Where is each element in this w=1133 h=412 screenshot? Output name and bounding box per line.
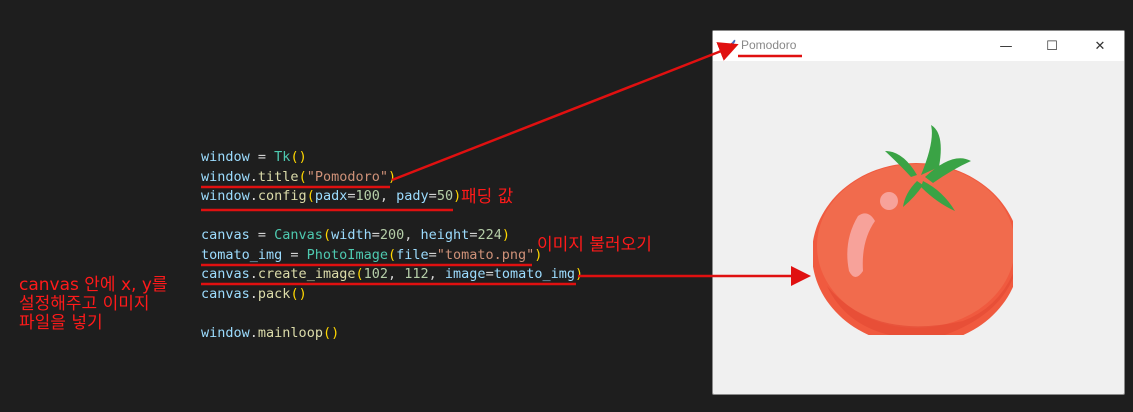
code-token: ,	[404, 227, 421, 243]
code-token: .	[249, 285, 258, 302]
code-token: window	[201, 168, 250, 185]
code-line: window.config(padx=100, pady=50)	[201, 187, 583, 207]
code-token: .	[249, 266, 258, 282]
code-line: canvas = Canvas(width=200, height=224)	[201, 226, 583, 246]
code-token: pack	[257, 285, 291, 302]
code-token: )	[574, 266, 584, 282]
code-line: tomato_img = PhotoImage(file="tomato.png…	[201, 246, 583, 266]
code-editor: window = Tk() window.title("Pomodoro") win…	[201, 148, 583, 343]
code-token: image	[444, 266, 486, 282]
code-token: "Pomodoro"	[306, 168, 388, 185]
code-token: )	[501, 227, 510, 243]
code-token: )	[453, 188, 462, 204]
code-token: 200	[379, 227, 405, 243]
code-token: =	[428, 246, 437, 263]
code-token: =	[249, 149, 275, 165]
code-token: (	[387, 246, 397, 263]
window-titlebar[interactable]: Pomodoro — ☐ ✕	[713, 31, 1124, 61]
window-title: Pomodoro	[741, 38, 797, 52]
code-token: .	[249, 188, 258, 204]
code-token: create_image	[257, 266, 356, 282]
code-token: Tk	[274, 149, 291, 165]
code-token: 102	[363, 266, 388, 282]
code-line: canvas.pack()	[201, 285, 583, 305]
code-token: ,	[388, 266, 405, 282]
code-token: Canvas	[274, 227, 323, 243]
code-line: window = Tk()	[201, 148, 583, 168]
code-token: .	[249, 168, 258, 185]
code-token: 100	[355, 188, 380, 204]
code-token: 50	[436, 188, 454, 204]
code-token: =	[347, 188, 356, 204]
code-token: =	[249, 227, 275, 243]
code-token: (	[298, 168, 307, 185]
code-token: PhotoImage	[306, 246, 388, 263]
minimize-button[interactable]: —	[983, 31, 1029, 61]
code-token: )	[387, 168, 397, 185]
code-token: =	[428, 188, 437, 204]
code-token: (	[322, 227, 332, 243]
code-token: ,	[428, 266, 445, 282]
code-token: canvas	[201, 266, 250, 282]
code-token: window	[201, 149, 250, 165]
code-token: "tomato.png"	[436, 246, 535, 263]
code-token: canvas	[201, 285, 250, 302]
tomato-image	[813, 125, 1013, 335]
feather-icon	[724, 39, 736, 52]
code-token: pady	[396, 188, 429, 204]
code-token: padx	[314, 188, 348, 204]
code-token: file	[396, 246, 429, 263]
code-line: window.title("Pomodoro")	[201, 168, 583, 188]
code-token: (	[306, 188, 315, 204]
code-token: tomato_img	[201, 246, 283, 263]
code-token: =	[485, 266, 494, 282]
code-token: 224	[477, 227, 502, 243]
code-token: .	[249, 324, 258, 341]
annotation-padding: 패딩 값	[461, 187, 514, 207]
code-line: window.mainloop()	[201, 324, 583, 344]
pomodoro-window[interactable]: Pomodoro — ☐ ✕	[712, 30, 1125, 395]
annotation-canvas-note: canvas 안에 x, y를 설정해주고 이미지 파일을 넣기	[19, 275, 168, 333]
code-token: title	[257, 168, 299, 185]
code-token: width	[331, 227, 372, 243]
code-token: ,	[379, 188, 397, 204]
code-token: window	[201, 324, 250, 341]
code-token: tomato_img	[493, 266, 575, 282]
close-button[interactable]: ✕	[1077, 31, 1123, 61]
code-token: (	[355, 266, 364, 282]
code-token: window	[201, 188, 250, 204]
code-token: config	[257, 188, 307, 204]
code-line: canvas.create_image(102, 112, image=toma…	[201, 265, 583, 285]
code-token: height	[420, 227, 470, 243]
code-token: =	[371, 227, 380, 243]
code-token: ()	[322, 324, 340, 341]
code-token: ()	[290, 149, 307, 165]
code-token: mainloop	[257, 324, 323, 341]
code-token: =	[282, 246, 307, 263]
maximize-button[interactable]: ☐	[1029, 31, 1075, 61]
code-token: 112	[404, 266, 429, 282]
code-token: ()	[290, 285, 307, 302]
annotation-load-image: 이미지 불러오기	[537, 235, 652, 255]
code-token: canvas	[201, 227, 250, 243]
